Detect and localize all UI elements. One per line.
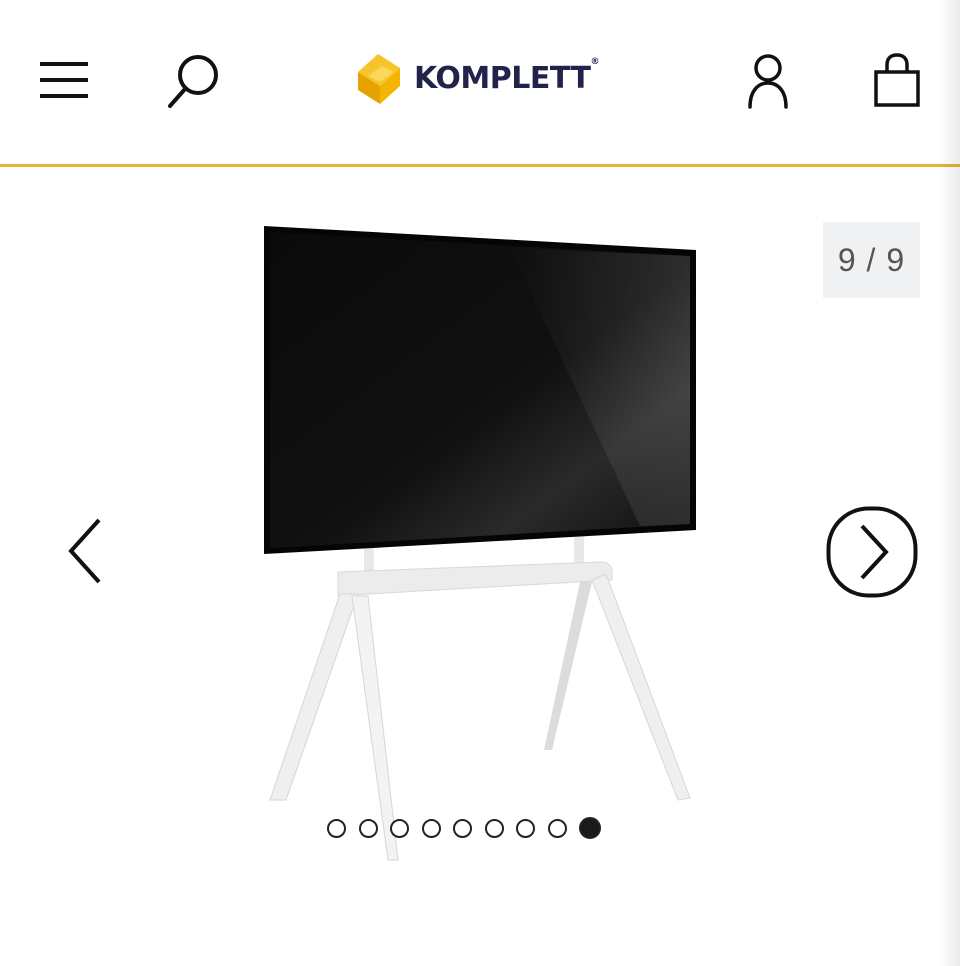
pagination-dot-5[interactable] bbox=[453, 818, 472, 838]
search-icon bbox=[168, 55, 218, 108]
komplett-logo[interactable]: KOMPLETT® bbox=[354, 48, 599, 108]
stand-crossbar bbox=[337, 561, 613, 597]
pagination-dot-9-active[interactable] bbox=[579, 817, 601, 839]
pagination-dot-7[interactable] bbox=[516, 818, 535, 838]
user-icon bbox=[748, 54, 788, 109]
shopping-bag-icon bbox=[874, 53, 920, 107]
cart-button[interactable] bbox=[864, 46, 930, 114]
site-header: KOMPLETT® bbox=[0, 0, 960, 167]
pagination-dot-6[interactable] bbox=[484, 818, 504, 838]
logo-wordmark: KOMPLETT® bbox=[414, 56, 599, 96]
chevron-right-circle-icon bbox=[826, 506, 918, 598]
search-button[interactable] bbox=[158, 48, 228, 114]
scroll-edge-shadow bbox=[938, 0, 960, 966]
image-counter: 9 / 9 bbox=[823, 222, 920, 298]
gallery-pagination bbox=[327, 816, 601, 840]
pagination-dot-2[interactable] bbox=[358, 818, 378, 838]
komplett-logo-mark-icon bbox=[358, 54, 400, 104]
stand-front-leg-left bbox=[269, 593, 359, 801]
stand-front-leg-right bbox=[591, 573, 691, 801]
pagination-dot-4[interactable] bbox=[421, 818, 441, 838]
previous-image-button[interactable] bbox=[50, 505, 120, 597]
hamburger-menu-icon bbox=[40, 62, 88, 98]
stand-back-leg-right bbox=[544, 582, 592, 750]
pagination-dot-1[interactable] bbox=[327, 818, 346, 838]
next-image-button[interactable] bbox=[826, 506, 918, 598]
pagination-dot-8[interactable] bbox=[547, 818, 567, 838]
menu-button[interactable] bbox=[30, 50, 98, 110]
product-image[interactable] bbox=[240, 210, 710, 870]
account-button[interactable] bbox=[736, 48, 800, 114]
chevron-left-icon bbox=[68, 518, 101, 584]
page: KOMPLETT® 9 / 9 bbox=[0, 0, 960, 966]
pagination-dot-3[interactable] bbox=[390, 818, 409, 838]
logo-registered-mark: ® bbox=[590, 56, 599, 67]
